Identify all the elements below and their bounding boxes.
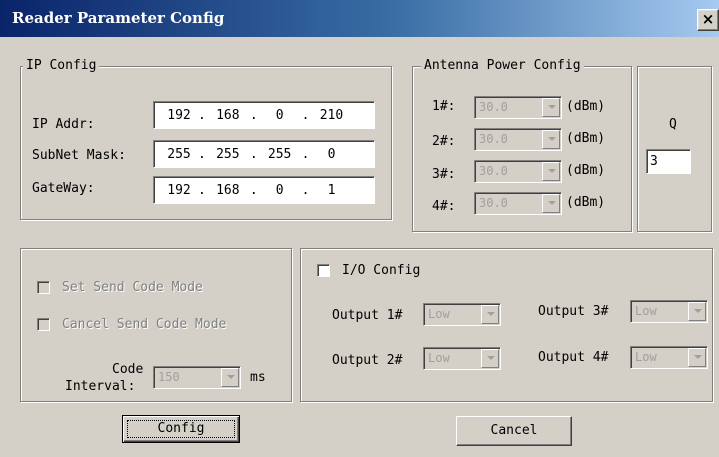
- gateway-input[interactable]: 192. 168. 0. 1: [153, 176, 375, 204]
- ip-octet[interactable]: 192: [160, 108, 198, 123]
- chevron-down-icon[interactable]: [688, 348, 706, 367]
- antenna-2-power-select[interactable]: 30.0: [474, 128, 562, 151]
- subnet-mask-label: SubNet Mask:: [32, 148, 126, 163]
- cancel-send-code-mode-label: Cancel Send Code Mode: [62, 317, 227, 332]
- output-2-select[interactable]: Low: [423, 347, 501, 370]
- ip-dot: .: [301, 146, 310, 162]
- ip-octet[interactable]: 168: [206, 108, 250, 123]
- cancel-button[interactable]: Cancel: [456, 416, 572, 446]
- code-interval-unit: ms: [250, 370, 266, 385]
- ip-dot: .: [249, 182, 258, 198]
- antenna-1-power-select[interactable]: 30.0: [474, 96, 562, 119]
- chevron-down-icon[interactable]: [481, 305, 499, 324]
- chevron-down-icon[interactable]: [542, 98, 560, 117]
- ip-dot: .: [249, 107, 258, 123]
- antenna-1-label: 1#:: [432, 99, 456, 114]
- close-button[interactable]: ×: [697, 9, 719, 31]
- chevron-down-icon[interactable]: [221, 368, 239, 387]
- antenna-3-label: 3#:: [432, 167, 456, 182]
- config-button[interactable]: Config: [122, 415, 240, 443]
- ip-octet[interactable]: 210: [309, 108, 353, 123]
- focus-rect: [127, 420, 235, 438]
- cancel-button-label: Cancel: [490, 423, 538, 438]
- ip-dot: .: [198, 182, 206, 198]
- antenna-3-power-select[interactable]: 30.0: [474, 160, 562, 183]
- antenna-2-label: 2#:: [432, 134, 456, 149]
- ip-addr-label: IP Addr:: [32, 117, 95, 132]
- antenna-3-unit: (dBm): [566, 163, 606, 178]
- subnet-mask-input[interactable]: 255. 255. 255. 0: [153, 140, 375, 168]
- ip-octet[interactable]: 255: [206, 147, 250, 162]
- ip-config-legend: IP Config: [23, 58, 100, 74]
- antenna-1-unit: (dBm): [566, 99, 606, 114]
- io-config-checkbox[interactable]: [317, 264, 330, 277]
- antenna-4-unit: (dBm): [566, 195, 606, 210]
- cancel-send-code-mode-checkbox[interactable]: [37, 318, 50, 331]
- q-label: Q: [669, 117, 677, 132]
- chevron-down-icon[interactable]: [688, 302, 706, 321]
- ip-dot: .: [301, 182, 310, 198]
- antenna-power-legend: Antenna Power Config: [421, 58, 584, 74]
- chevron-down-icon[interactable]: [481, 349, 499, 368]
- ip-octet[interactable]: 255: [258, 147, 302, 162]
- ip-octet[interactable]: 0: [309, 147, 353, 162]
- gateway-label: GateWay:: [32, 181, 95, 196]
- ip-octet[interactable]: 1: [309, 183, 353, 198]
- set-send-code-mode-checkbox[interactable]: [37, 281, 50, 294]
- output-3-label: Output 3#: [538, 304, 609, 319]
- q-input[interactable]: 3: [646, 149, 691, 174]
- ip-octet[interactable]: 192: [160, 183, 198, 198]
- chevron-down-icon[interactable]: [542, 162, 560, 181]
- code-interval-label-line1: Code: [112, 362, 144, 377]
- ip-octet[interactable]: 0: [258, 183, 302, 198]
- io-config-label: I/O Config: [342, 263, 421, 278]
- chevron-down-icon[interactable]: [542, 130, 560, 149]
- window-title: Reader Parameter Config: [12, 9, 225, 27]
- antenna-4-label: 4#:: [432, 199, 456, 214]
- output-3-select[interactable]: Low: [630, 300, 708, 323]
- ip-addr-input[interactable]: 192. 168. 0. 210: [153, 101, 375, 129]
- ip-octet[interactable]: 0: [258, 108, 302, 123]
- ip-dot: .: [198, 146, 206, 162]
- chevron-down-icon[interactable]: [542, 194, 560, 213]
- code-interval-label-line2: Interval:: [65, 379, 136, 394]
- output-1-select[interactable]: Low: [423, 303, 501, 326]
- close-icon: ×: [701, 10, 715, 28]
- antenna-4-power-select[interactable]: 30.0: [474, 192, 562, 215]
- ip-dot: .: [198, 107, 206, 123]
- antenna-2-unit: (dBm): [566, 131, 606, 146]
- set-send-code-mode-label: Set Send Code Mode: [62, 280, 203, 295]
- ip-dot: .: [249, 146, 258, 162]
- q-value[interactable]: 3: [650, 154, 658, 170]
- ip-octet[interactable]: 255: [160, 147, 198, 162]
- output-4-label: Output 4#: [538, 350, 609, 365]
- output-1-label: Output 1#: [332, 308, 403, 323]
- output-4-select[interactable]: Low: [630, 346, 708, 369]
- ip-dot: .: [301, 107, 310, 123]
- ip-octet[interactable]: 168: [206, 183, 250, 198]
- output-2-label: Output 2#: [332, 353, 403, 368]
- code-interval-select[interactable]: 150: [153, 366, 241, 389]
